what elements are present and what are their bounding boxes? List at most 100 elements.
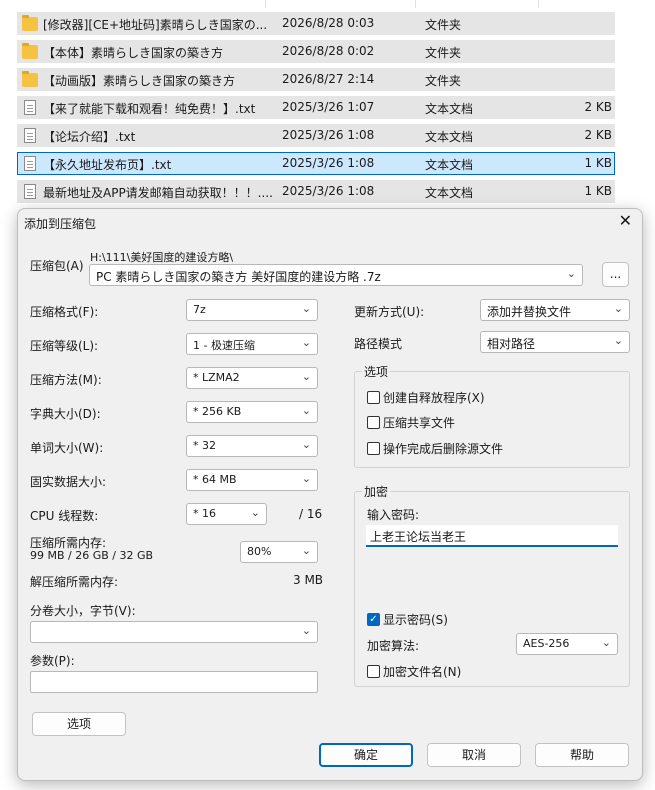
- chevron-down-icon[interactable]: ⌄: [302, 336, 311, 349]
- dict-value: * 256 KB: [193, 405, 242, 418]
- split-label: 分卷大小，字节(V):: [30, 604, 136, 618]
- folder-icon: [22, 71, 38, 87]
- split-select[interactable]: ⌄: [30, 621, 318, 643]
- file-name: 【本体】素晴らしき国家の築き方: [43, 46, 224, 60]
- chevron-down-icon[interactable]: ⌄: [251, 506, 260, 519]
- delete-source-checkbox[interactable]: [367, 442, 380, 455]
- archive-name-combo[interactable]: PC 素晴らしき国家の築き方 美好国度的建设方略 .7z ⌄: [89, 264, 583, 286]
- options-button[interactable]: 选项: [32, 712, 126, 736]
- chevron-down-icon[interactable]: ⌄: [302, 544, 311, 557]
- decomp-label: 解压缩所需内存:: [30, 575, 119, 589]
- word-select[interactable]: * 32 ⌄: [186, 435, 318, 457]
- file-type: 文件夹: [425, 46, 462, 60]
- file-size: 1 KB: [584, 156, 612, 170]
- encryption-method-select[interactable]: AES-256 ⌄: [516, 633, 618, 655]
- format-value: 7z: [193, 303, 206, 316]
- word-value: * 32: [193, 439, 216, 452]
- password-label: 输入密码:: [367, 508, 420, 522]
- file-date: 2026/8/28 0:03: [282, 16, 375, 30]
- file-type: 文本文档: [425, 130, 474, 144]
- chevron-down-icon[interactable]: ⌄: [302, 302, 311, 315]
- shared-checkbox[interactable]: [367, 416, 380, 429]
- close-icon[interactable]: ✕: [619, 212, 632, 230]
- chevron-down-icon[interactable]: ⌄: [614, 302, 623, 315]
- chevron-down-icon[interactable]: ⌄: [614, 334, 623, 347]
- chevron-down-icon[interactable]: ⌄: [302, 472, 311, 485]
- file-list: [修改器][CE+地址码]素晴らしき国家の... 2026/8/28 0:03 文件…: [0, 0, 655, 210]
- archive-name-value: PC 素晴らしき国家の築き方 美好国度的建设方略 .7z: [96, 270, 381, 284]
- encryption-method-value: AES-256: [523, 637, 570, 650]
- options-group-title: 选项: [362, 363, 391, 380]
- file-row[interactable]: 【来了就能下载和观看！纯免费！】.txt 2025/3/26 1:07 文本文档 2 …: [17, 96, 615, 119]
- file-type: 文件夹: [425, 18, 462, 32]
- format-select[interactable]: 7z ⌄: [186, 299, 318, 321]
- sfx-label: 创建自释放程序(X): [383, 391, 485, 405]
- word-label: 单词大小(W):: [30, 441, 104, 455]
- file-name: 【动画版】素晴らしき国家の築き方: [43, 74, 236, 88]
- cpu-label: CPU 线程数:: [30, 509, 99, 523]
- mem-percent-select[interactable]: 80% ⌄: [240, 541, 318, 563]
- file-date: 2026/8/27 2:14: [282, 72, 375, 86]
- help-button[interactable]: 帮助: [535, 743, 629, 767]
- file-date: 2025/3/26 1:08: [282, 184, 375, 198]
- show-password-label: 显示密码(S): [383, 613, 448, 627]
- browse-button[interactable]: ...: [602, 262, 629, 287]
- file-type: 文件夹: [425, 74, 462, 88]
- cancel-button[interactable]: 取消: [427, 743, 521, 767]
- level-select[interactable]: 1 - 极速压缩 ⌄: [186, 333, 318, 355]
- show-password-checkbox[interactable]: ✓: [367, 613, 380, 626]
- chevron-down-icon[interactable]: ⌄: [567, 267, 576, 280]
- chevron-down-icon[interactable]: ⌄: [302, 624, 311, 637]
- format-label: 压缩格式(F):: [30, 305, 99, 319]
- update-value: 添加并替换文件: [487, 305, 572, 319]
- level-label: 压缩等级(L):: [30, 339, 99, 353]
- column-separator: [415, 0, 416, 8]
- file-size: 2 KB: [584, 128, 612, 142]
- file-size: 1 KB: [584, 184, 612, 198]
- method-value: * LZMA2: [193, 371, 240, 384]
- update-select[interactable]: 添加并替换文件 ⌄: [480, 299, 630, 321]
- password-input[interactable]: 上老王论坛当老王: [366, 525, 618, 547]
- encrypt-names-checkbox[interactable]: [367, 665, 380, 678]
- level-value: 1 - 极速压缩: [193, 339, 255, 352]
- solid-value: * 64 MB: [193, 473, 237, 486]
- solid-select[interactable]: * 64 MB ⌄: [186, 469, 318, 491]
- file-date: 2026/8/28 0:02: [282, 44, 375, 58]
- file-name: 【论坛介绍】.txt: [43, 130, 136, 144]
- file-row[interactable]: 【永久地址发布页】.txt 2025/3/26 1:08 文本文档 1 KB: [17, 152, 615, 175]
- column-separator: [538, 0, 539, 8]
- file-row[interactable]: 【本体】素晴らしき国家の築き方 2026/8/28 0:02 文件夹: [17, 40, 615, 63]
- chevron-down-icon[interactable]: ⌄: [302, 438, 311, 451]
- chevron-down-icon[interactable]: ⌄: [302, 404, 311, 417]
- file-row[interactable]: 最新地址及APP请发邮箱自动获取！！！.... 2025/3/26 1:08 文本文…: [17, 180, 615, 203]
- path-mode-select[interactable]: 相对路径 ⌄: [480, 331, 630, 353]
- file-date: 2025/3/26 1:07: [282, 100, 375, 114]
- encryption-method-label: 加密算法:: [367, 639, 420, 653]
- path-mode-label: 路径模式: [354, 337, 403, 351]
- encryption-group-title: 加密: [362, 483, 391, 500]
- method-select[interactable]: * LZMA2 ⌄: [186, 367, 318, 389]
- params-input[interactable]: [30, 671, 318, 693]
- archive-path: H:\111\美好国度的建设方略\: [90, 251, 234, 264]
- sfx-checkbox[interactable]: [367, 391, 380, 404]
- dict-select[interactable]: * 256 KB ⌄: [186, 401, 318, 423]
- file-row[interactable]: 【论坛介绍】.txt 2025/3/26 1:08 文本文档 2 KB: [17, 124, 615, 147]
- chevron-down-icon[interactable]: ⌄: [302, 370, 311, 383]
- file-row[interactable]: [修改器][CE+地址码]素晴らしき国家の... 2026/8/28 0:03 文件…: [17, 12, 615, 35]
- chevron-down-icon[interactable]: ⌄: [602, 636, 611, 649]
- ok-button[interactable]: 确定: [319, 743, 413, 767]
- file-name: 最新地址及APP请发邮箱自动获取！！！....: [43, 186, 273, 200]
- update-label: 更新方式(U):: [354, 305, 425, 319]
- file-name: [修改器][CE+地址码]素晴らしき国家の...: [43, 18, 268, 32]
- mem-detail: 99 MB / 26 GB / 32 GB: [30, 549, 154, 562]
- cpu-select[interactable]: * 16 ⌄: [186, 503, 267, 525]
- file-name: 【永久地址发布页】.txt: [43, 158, 172, 172]
- file-row[interactable]: 【动画版】素晴らしき国家の築き方 2026/8/27 2:14 文件夹: [17, 68, 615, 91]
- shared-label: 压缩共享文件: [383, 416, 456, 430]
- add-to-archive-dialog: 添加到压缩包 ✕ 压缩包(A) H:\111\美好国度的建设方略\ PC 素晴ら…: [17, 208, 643, 781]
- dict-label: 字典大小(D):: [30, 407, 101, 421]
- cpu-value: * 16: [193, 507, 216, 520]
- file-date: 2025/3/26 1:08: [282, 128, 375, 142]
- delete-source-label: 操作完成后删除源文件: [383, 442, 504, 456]
- folder-icon: [22, 15, 38, 31]
